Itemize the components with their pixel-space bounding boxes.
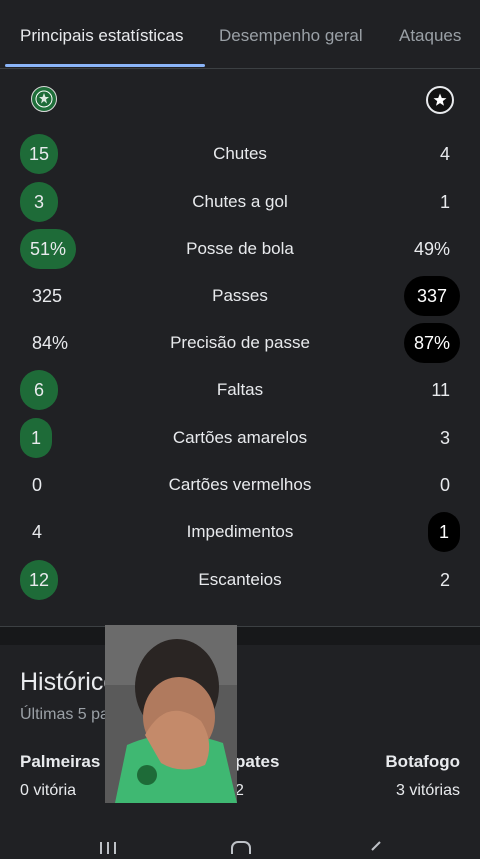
stat-label: Impedimentos (186, 522, 294, 541)
stat-label: Chutes (213, 144, 267, 163)
history-away-team: Botafogo (385, 752, 460, 771)
history-home-wins: 0 vitória (20, 782, 77, 799)
away-value: 4 (439, 143, 450, 164)
stat-label: Cartões vermelhos (168, 475, 312, 494)
stat-row-pass-accuracy: 84% Precisão de passe 87% (0, 323, 480, 363)
stat-row-corners: 12 Escanteios 2 (0, 560, 480, 600)
stat-row-red-cards: 0 Cartões vermelhos 0 (0, 465, 480, 505)
stat-label: Escanteios (198, 570, 282, 589)
tab-overall-performance[interactable]: Desempenho geral (219, 26, 363, 46)
history-away-wins: 3 vitórias (395, 782, 460, 799)
botafogo-star-crest-icon (426, 86, 454, 114)
history-title: Histórico (20, 668, 118, 696)
home-icon[interactable] (230, 836, 252, 859)
away-value: 337 (404, 276, 460, 316)
away-value: 49% (413, 238, 450, 259)
tab-attacks[interactable]: Ataques (399, 26, 461, 46)
away-value: 1 (439, 191, 450, 212)
active-tab-indicator (5, 64, 205, 67)
section-divider (0, 626, 480, 645)
away-value: 1 (428, 512, 460, 552)
stat-label: Faltas (216, 380, 264, 399)
palmeiras-crest-icon (31, 86, 57, 112)
away-value: 3 (439, 427, 450, 448)
back-icon[interactable] (366, 836, 386, 859)
stat-row-fouls: 6 Faltas 11 (0, 370, 480, 410)
system-navigation-bar (0, 832, 480, 859)
stat-row-yellow-cards: 1 Cartões amarelos 3 (0, 418, 480, 458)
recent-apps-icon[interactable] (98, 836, 118, 859)
away-value: 0 (439, 474, 450, 495)
away-value: 11 (431, 379, 450, 400)
overlay-photo (105, 625, 237, 803)
tab-main-stats[interactable]: Principais estatísticas (20, 26, 183, 46)
away-value: 87% (404, 323, 460, 363)
stat-row-shots-on-goal: 3 Chutes a gol 1 (0, 182, 480, 222)
stats-tab-bar: Principais estatísticas Desempenho geral… (0, 0, 480, 69)
stat-row-possession: 51% Posse de bola 49% (0, 229, 480, 269)
stat-row-offsides: 4 Impedimentos 1 (0, 512, 480, 552)
history-draws-label: pates (235, 752, 280, 771)
stat-label: Cartões amarelos (172, 428, 308, 447)
history-home-team: Palmeiras (20, 752, 101, 771)
stat-row-shots: 15 Chutes 4 (0, 134, 480, 174)
stat-label: Chutes a gol (192, 192, 288, 211)
stat-row-passes: 325 Passes 337 (0, 276, 480, 316)
away-value: 2 (439, 569, 450, 590)
